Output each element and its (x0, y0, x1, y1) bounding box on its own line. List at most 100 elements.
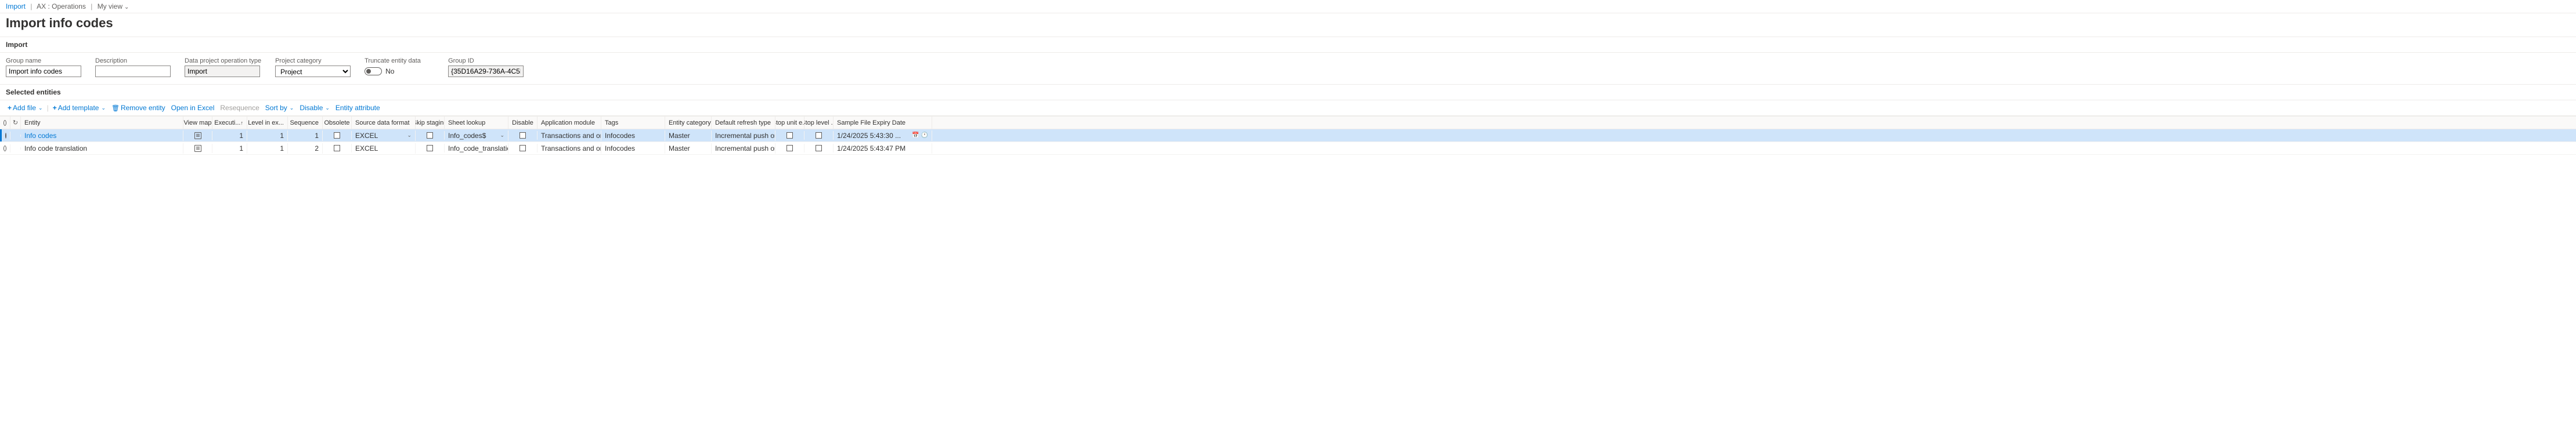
disable-checkbox[interactable] (519, 145, 526, 151)
breadcrumb: Import | AX : Operations | My view⌄ (0, 0, 2576, 13)
cell-execution: 1 (212, 130, 247, 141)
sort-by-button[interactable]: Sort by⌄ (264, 103, 296, 113)
col-level[interactable]: Level in ex... (247, 117, 288, 129)
cell-tags: Infocodes (601, 143, 665, 154)
label-group-id: Group ID (448, 57, 524, 64)
cell-level: 1 (247, 143, 288, 154)
cell-tags: Infocodes (601, 130, 665, 141)
cell-expiry: 1/24/2025 5:43:47 PM (834, 143, 932, 154)
cell-entity[interactable]: Info codes (21, 130, 183, 141)
col-view-map[interactable]: View map (183, 117, 212, 129)
chevron-down-icon: ⌄ (497, 132, 504, 139)
truncate-toggle[interactable] (365, 67, 382, 75)
col-skip[interactable]: Skip staging (416, 117, 445, 129)
skip-staging-checkbox[interactable] (427, 132, 433, 139)
stop-unit-checkbox[interactable] (786, 145, 793, 151)
cell-source[interactable]: EXCEL⌄ (352, 130, 416, 141)
breadcrumb-view[interactable]: My view⌄ (98, 2, 129, 10)
cell-sheet[interactable]: Info_code_translation$ (445, 143, 508, 154)
breadcrumb-import[interactable]: Import (6, 2, 26, 10)
grid-header: Entity View map Executi... Level in ex..… (0, 117, 2576, 129)
calendar-clock-icon[interactable]: 📅 🕐 (912, 132, 928, 139)
cell-category: Master (665, 143, 712, 154)
cell-category: Master (665, 130, 712, 141)
chevron-down-icon: ⌄ (288, 105, 294, 111)
disable-checkbox[interactable] (519, 132, 526, 139)
cell-sequence: 2 (288, 143, 323, 154)
cell-sequence: 1 (288, 130, 323, 141)
label-operation-type: Data project operation type (185, 57, 261, 64)
label-project-category: Project category (275, 57, 351, 64)
cell-entity[interactable]: Info code translation (21, 143, 183, 154)
open-in-excel-button[interactable]: Open in Excel (169, 103, 217, 113)
chevron-down-icon: ⌄ (324, 105, 330, 111)
col-stop-unit[interactable]: Stop unit e... (775, 117, 804, 129)
col-obsolete[interactable]: Obsolete (323, 117, 352, 129)
resequence-button: Resequence (218, 103, 261, 113)
obsolete-checkbox[interactable] (334, 145, 340, 151)
import-form: Group name Description Data project oper… (0, 53, 2576, 84)
chevron-down-icon: ⌄ (100, 105, 106, 111)
cell-app-module: Transactions and orders (537, 130, 601, 141)
stop-level-checkbox[interactable] (816, 145, 822, 151)
obsolete-checkbox[interactable] (334, 132, 340, 139)
chevron-down-icon: ⌄ (405, 132, 412, 139)
grid-toolbar: Add file⌄ | Add template⌄ Remove entity … (0, 100, 2576, 116)
col-expiry[interactable]: Sample File Expiry Date (834, 117, 932, 129)
col-sheet[interactable]: Sheet lookup (445, 117, 508, 129)
label-truncate: Truncate entity data (365, 57, 434, 64)
trash-icon (111, 104, 120, 112)
disable-button[interactable]: Disable⌄ (298, 103, 331, 113)
col-refresh[interactable]: Default refresh type (712, 117, 775, 129)
add-template-button[interactable]: Add template⌄ (51, 103, 107, 113)
page-title: Import info codes (0, 13, 2576, 37)
col-execution[interactable]: Executi... (212, 117, 247, 129)
select-all-radio[interactable] (3, 120, 6, 126)
breadcrumb-ax: AX : Operations (37, 2, 86, 10)
entity-attribute-button[interactable]: Entity attribute (334, 103, 382, 113)
col-sequence[interactable]: Sequence (288, 117, 323, 129)
chevron-down-icon: ⌄ (37, 105, 43, 111)
cell-refresh-type[interactable]: Incremental push only⌄ (712, 130, 775, 141)
group-name-field[interactable] (6, 66, 81, 77)
col-entity[interactable]: Entity (21, 117, 183, 129)
operation-type-field[interactable] (185, 66, 260, 77)
breadcrumb-sep: | (91, 2, 92, 10)
label-description: Description (95, 57, 171, 64)
col-app[interactable]: Application module (537, 117, 601, 129)
stop-level-checkbox[interactable] (816, 132, 822, 139)
group-id-field[interactable] (448, 66, 524, 77)
cell-level: 1 (247, 130, 288, 141)
chevron-down-icon: ⌄ (122, 4, 129, 10)
truncate-value: No (385, 67, 394, 75)
row-select-radio[interactable] (5, 133, 6, 139)
cell-sheet[interactable]: Info_codes$⌄ (445, 130, 508, 141)
remove-entity-button[interactable]: Remove entity (110, 103, 167, 113)
entities-grid: Entity View map Executi... Level in ex..… (0, 116, 2576, 155)
table-row[interactable]: Info codes 1 1 1 EXCEL⌄ Info_codes$⌄ Tra… (0, 129, 2576, 142)
row-select-radio[interactable] (3, 146, 6, 151)
cell-expiry: 1/24/2025 5:43:30 ...📅 🕐 (834, 130, 932, 141)
refresh-icon[interactable] (13, 119, 18, 126)
stop-unit-checkbox[interactable] (786, 132, 793, 139)
cell-source[interactable]: EXCEL (352, 143, 416, 154)
breadcrumb-sep: | (30, 2, 32, 10)
view-map-icon[interactable] (194, 132, 201, 139)
col-stop-level[interactable]: Stop level ... (804, 117, 834, 129)
table-row[interactable]: Info code translation 1 1 2 EXCEL Info_c… (0, 142, 2576, 155)
description-field[interactable] (95, 66, 171, 77)
section-selected-entities[interactable]: Selected entities (0, 84, 2576, 100)
project-category-field[interactable]: Project (275, 66, 351, 77)
col-category[interactable]: Entity category (665, 117, 712, 129)
skip-staging-checkbox[interactable] (427, 145, 433, 151)
section-import[interactable]: Import (0, 37, 2576, 53)
cell-refresh-type[interactable]: Incremental push only (712, 143, 775, 154)
col-source[interactable]: Source data format (352, 117, 416, 129)
col-tags[interactable]: Tags (601, 117, 665, 129)
cell-execution: 1 (212, 143, 247, 154)
col-disable[interactable]: Disable (508, 117, 537, 129)
view-map-icon[interactable] (194, 145, 201, 152)
cell-app-module: Transactions and orders (537, 143, 601, 154)
add-file-button[interactable]: Add file⌄ (6, 103, 45, 113)
label-group-name: Group name (6, 57, 81, 64)
